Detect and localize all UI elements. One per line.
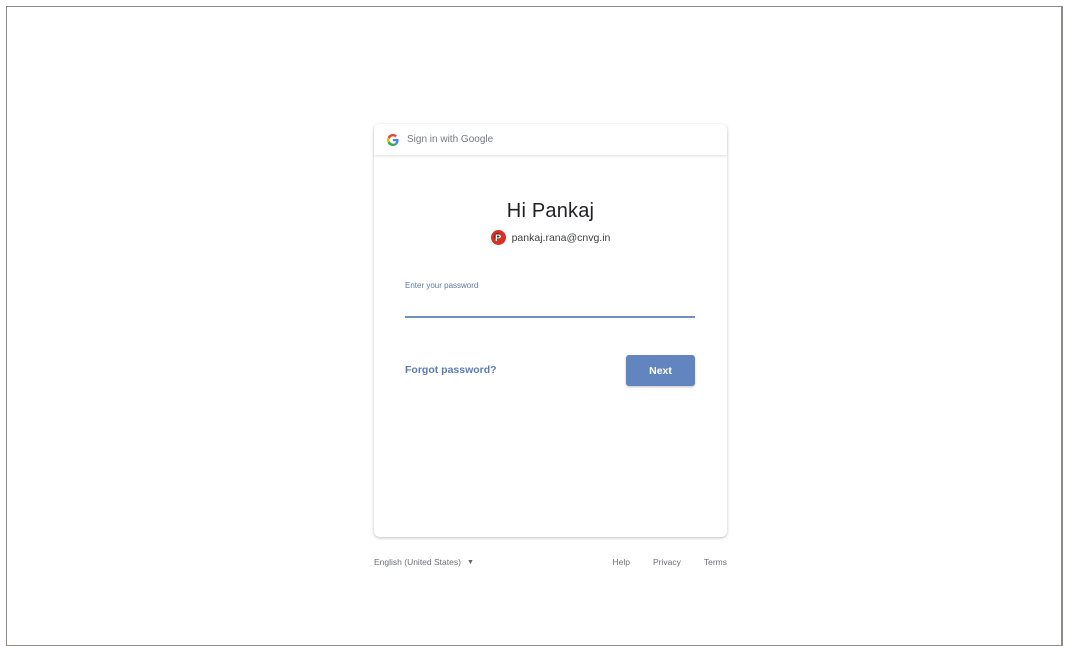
header-title: Sign in with Google: [407, 134, 494, 145]
forgot-password-link[interactable]: Forgot password?: [405, 364, 497, 376]
browser-frame: Sign in with Google Hi Pankaj P pankaj.r…: [6, 6, 1063, 646]
greeting-heading: Hi Pankaj: [506, 200, 595, 222]
footer-link-terms[interactable]: Terms: [704, 557, 727, 567]
caret-down-icon: ▼: [466, 558, 474, 566]
avatar: P: [490, 230, 506, 245]
footer-link-privacy[interactable]: Privacy: [653, 557, 681, 567]
next-button[interactable]: Next: [626, 355, 695, 386]
footer: English (United States) ▼ Help Privacy T…: [374, 557, 727, 567]
password-label: Enter your password: [405, 281, 479, 290]
sign-in-card: Sign in with Google Hi Pankaj P pankaj.r…: [374, 124, 727, 537]
password-input[interactable]: [405, 292, 695, 318]
avatar-initial: P: [495, 232, 502, 243]
footer-link-help[interactable]: Help: [613, 557, 630, 567]
google-g-icon: [386, 133, 400, 147]
account-email: pankaj.rana@cnvg.in: [511, 231, 611, 244]
language-label: English (United States): [374, 557, 461, 567]
footer-links: Help Privacy Terms: [590, 557, 728, 567]
account-chip[interactable]: P pankaj.rana@cnvg.in: [374, 230, 727, 245]
language-selector[interactable]: English (United States) ▼: [374, 557, 474, 567]
card-header: Sign in with Google: [374, 124, 727, 156]
